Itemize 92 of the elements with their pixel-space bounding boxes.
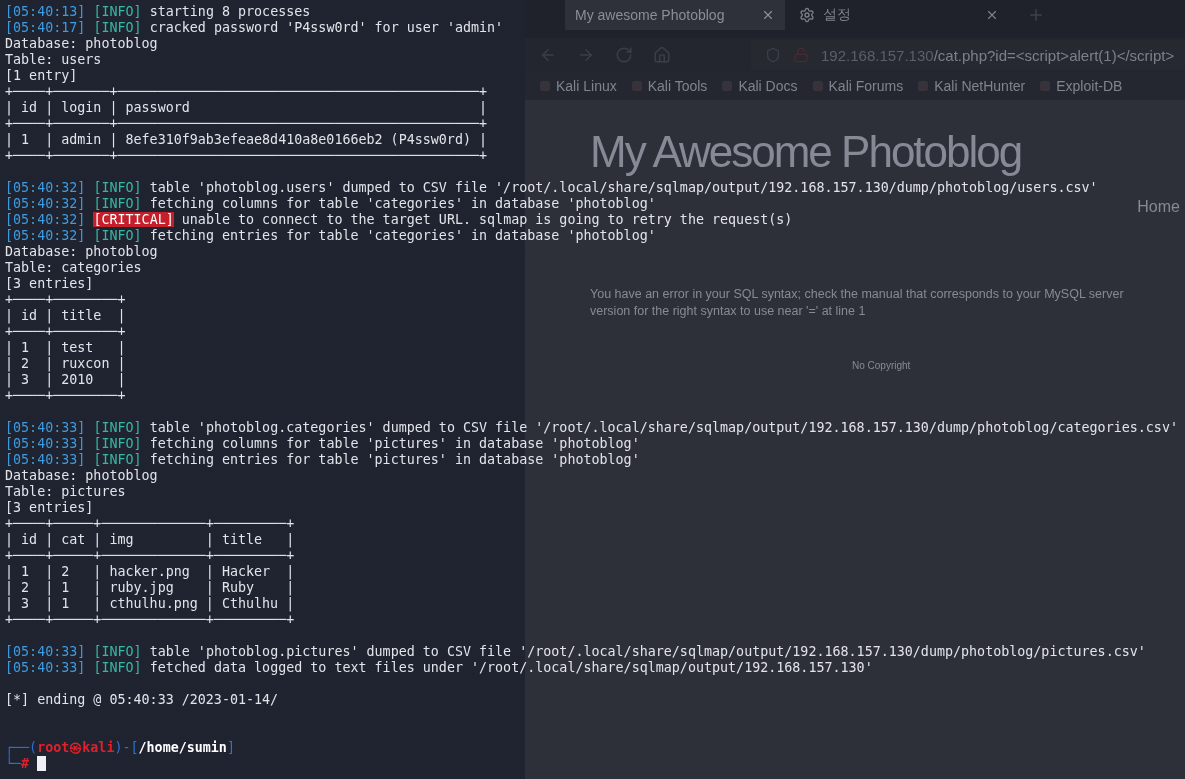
log-message: fetching entries for table 'categories' in database 'photoblog' bbox=[149, 228, 656, 243]
home-icon[interactable] bbox=[653, 46, 671, 64]
table-row: | 1 | admin | 8efe310f9ab3efeae8d410a8e0166eb2 (P4ssw0rd) | bbox=[5, 132, 488, 148]
log-level: [CRITICAL] bbox=[93, 212, 174, 227]
log-message: cracked password 'P4ssw0rd' for user 'admin' bbox=[149, 20, 504, 35]
table-row: | 2 | ruxcon | bbox=[5, 356, 126, 372]
bookmark-link[interactable]: Kali NetHunter bbox=[917, 78, 1026, 94]
timestamp: [05:40:33] bbox=[5, 436, 86, 451]
log-message: table 'photoblog.users' dumped to CSV file '/root/.local/share/sqlmap/output/192.168.157.130/dump/photoblog/users.csv' bbox=[149, 180, 1098, 195]
log-message: table 'photoblog.categories' dumped to CSV file '/root/.local/share/sqlmap/output/192.168.157.130/dump/photoblog/categories.csv' bbox=[149, 420, 1178, 435]
prompt-bracket: └─ bbox=[5, 756, 22, 771]
reload-icon[interactable] bbox=[615, 46, 633, 64]
table-row: | 3 | 1 | cthulhu.png | Cthulhu | bbox=[5, 596, 295, 612]
log-message: unable to connect to the target URL. sqlmap is going to retry the request(s) bbox=[181, 212, 793, 227]
log-message: fetched data logged to text files under '/root/.local/share/sqlmap/output/192.168.157.130' bbox=[149, 660, 873, 675]
prompt-bracket: ] bbox=[226, 740, 235, 755]
terminal-line: Database: photoblog bbox=[5, 244, 158, 260]
home-link[interactable]: Home bbox=[1137, 198, 1180, 216]
log-level: [INFO] bbox=[93, 420, 142, 435]
log-level: [INFO] bbox=[93, 452, 142, 467]
back-icon[interactable] bbox=[539, 46, 557, 64]
error-message: You have an error in your SQL syntax; check the manual that corresponds to your MySQL server version for the right syntax to use near '=' at line 1 bbox=[590, 286, 1125, 320]
table-border: +────+───────+─────────────────────────────────────────────+ bbox=[5, 148, 488, 164]
table-row: | id | title | bbox=[5, 308, 126, 324]
log-level: [INFO] bbox=[93, 196, 142, 211]
table-row: | id | login | password | bbox=[5, 100, 488, 116]
log-message: fetching columns for table 'categories' in database 'photoblog' bbox=[149, 196, 656, 211]
log-level: [INFO] bbox=[93, 180, 142, 195]
table-border: +────+─────+─────────────+─────────+ bbox=[5, 548, 295, 564]
timestamp: [05:40:33] bbox=[5, 452, 86, 467]
text-cursor bbox=[37, 756, 47, 771]
log-level: [INFO] bbox=[93, 4, 142, 19]
table-border: +────+─────+─────────────+─────────+ bbox=[5, 612, 295, 628]
footer-text: No Copyright bbox=[852, 360, 911, 371]
table-row: | id | cat | img | title | bbox=[5, 532, 295, 548]
timestamp: [05:40:17] bbox=[5, 20, 86, 35]
log-message: fetching entries for table 'pictures' in database 'photoblog' bbox=[149, 452, 640, 467]
log-message: starting 8 processes bbox=[149, 4, 311, 19]
timestamp: [05:40:33] bbox=[5, 644, 86, 659]
table-border: +────+────────+ bbox=[5, 324, 126, 340]
table-border: +────+───────+─────────────────────────────────────────────+ bbox=[5, 116, 488, 132]
shield-icon bbox=[765, 47, 781, 63]
table-row: | 3 | 2010 | bbox=[5, 372, 126, 388]
gear-icon bbox=[799, 7, 815, 23]
terminal-line: Database: photoblog bbox=[5, 468, 158, 484]
log-level: [INFO] bbox=[93, 644, 142, 659]
log-message: table 'photoblog.pictures' dumped to CSV file '/root/.local/share/sqlmap/output/192.168.157.130/dump/photoblog/pictures.csv' bbox=[149, 644, 1146, 659]
lock-icon bbox=[793, 47, 809, 63]
new-tab-icon[interactable] bbox=[1027, 6, 1045, 24]
table-border: +────+────────+ bbox=[5, 388, 126, 404]
browser-tab[interactable]: My awesome Photoblog bbox=[565, 0, 785, 30]
forward-icon[interactable] bbox=[577, 46, 595, 64]
table-border: +────+───────+─────────────────────────────────────────────+ bbox=[5, 84, 488, 100]
table-border: +────+────────+ bbox=[5, 292, 126, 308]
prompt-bracket: ┌──( bbox=[5, 740, 38, 755]
timestamp: [05:40:32] bbox=[5, 212, 86, 227]
timestamp: [05:40:32] bbox=[5, 196, 86, 211]
terminal-line: Table: users bbox=[5, 52, 102, 68]
bookmark-link[interactable]: Kali Docs bbox=[721, 78, 798, 94]
prompt-user: root㉿kali bbox=[37, 740, 115, 755]
close-icon[interactable] bbox=[985, 8, 999, 22]
table-border: +────+─────+─────────────+─────────+ bbox=[5, 516, 295, 532]
log-message: fetching columns for table 'pictures' in database 'photoblog' bbox=[149, 436, 640, 451]
table-row: | 1 | 2 | hacker.png | Hacker | bbox=[5, 564, 295, 580]
terminal-line: [*] ending @ 05:40:33 /2023-01-14/ bbox=[5, 692, 279, 708]
close-icon[interactable] bbox=[761, 8, 775, 22]
bookmark-link[interactable]: Kali Tools bbox=[630, 78, 708, 94]
bookmark-link[interactable]: Kali Linux bbox=[539, 78, 617, 94]
log-level: [INFO] bbox=[93, 228, 142, 243]
terminal-line: Table: pictures bbox=[5, 484, 126, 500]
timestamp: [05:40:32] bbox=[5, 180, 86, 195]
timestamp: [05:40:32] bbox=[5, 228, 86, 243]
log-level: [INFO] bbox=[93, 20, 142, 35]
bookmark-link[interactable]: Exploit-DB bbox=[1039, 78, 1123, 94]
prompt-symbol: # bbox=[21, 756, 30, 771]
log-level: [INFO] bbox=[93, 436, 142, 451]
bookmark-link[interactable]: Kali Forums bbox=[811, 78, 904, 94]
prompt-path: /home/sumin bbox=[138, 740, 227, 755]
terminal-line: [3 entries] bbox=[5, 500, 94, 516]
table-row: | 1 | test | bbox=[5, 340, 126, 356]
terminal-line: [3 entries] bbox=[5, 276, 94, 292]
table-row: | 2 | 1 | ruby.jpg | Ruby | bbox=[5, 580, 295, 596]
prompt-bracket: )-[ bbox=[114, 740, 139, 755]
terminal-line: [1 entry] bbox=[5, 68, 78, 84]
timestamp: [05:40:33] bbox=[5, 420, 86, 435]
log-level: [INFO] bbox=[93, 660, 142, 675]
terminal-line: Table: categories bbox=[5, 260, 142, 276]
terminal-line: Database: photoblog bbox=[5, 36, 158, 52]
timestamp: [05:40:13] bbox=[5, 4, 86, 19]
site-title: My Awesome Photoblog bbox=[590, 128, 1022, 176]
timestamp: [05:40:33] bbox=[5, 660, 86, 675]
browser-tab[interactable]: 설정 bbox=[789, 0, 1009, 30]
